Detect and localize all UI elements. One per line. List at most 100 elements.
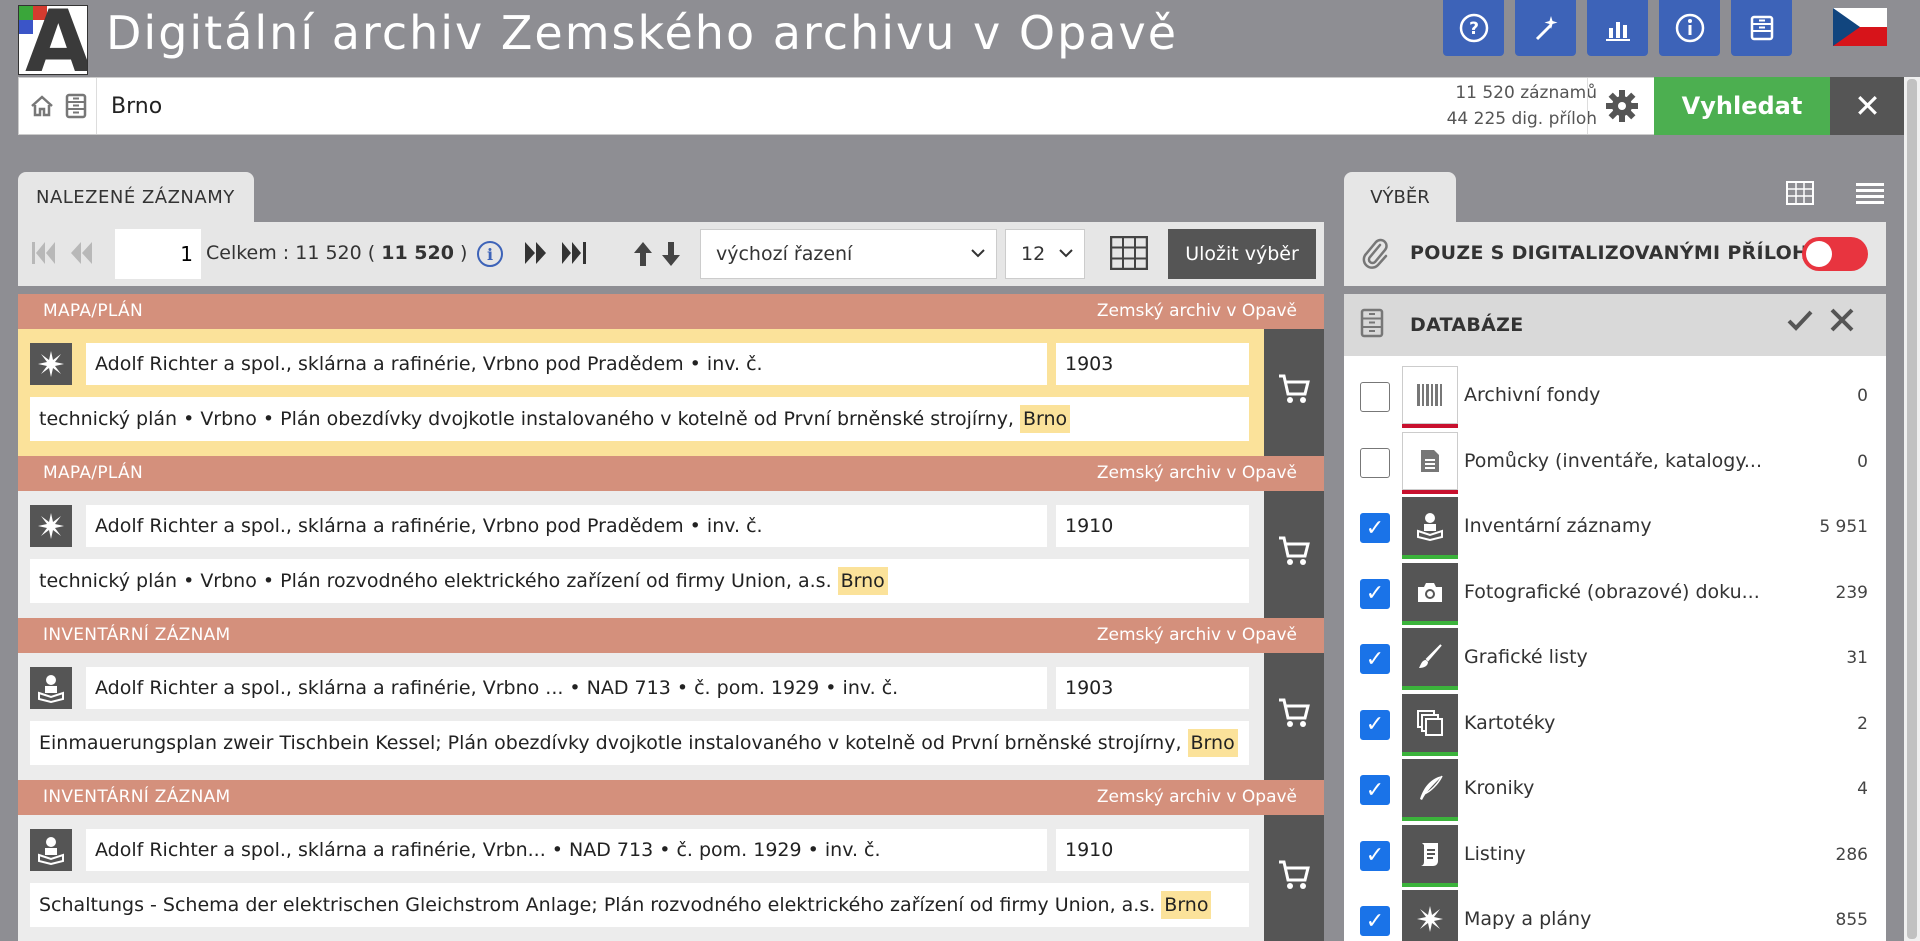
- database-item[interactable]: ✓ Fotografické (obrazové) doku... 239: [1344, 561, 1886, 626]
- add-to-cart-button[interactable]: [1264, 329, 1324, 456]
- record-type: MAPA/PLÁN: [43, 301, 143, 321]
- cz-flag-icon[interactable]: [1833, 8, 1887, 46]
- result-body[interactable]: Adolf Richter a spol., sklárna a rafinér…: [18, 329, 1264, 456]
- database-item[interactable]: ✓ Kartotéky 2: [1344, 692, 1886, 757]
- clear-search-button[interactable]: ✕: [1830, 77, 1905, 135]
- record-archive[interactable]: Zemský archiv v Opavě: [1097, 301, 1297, 321]
- record-description[interactable]: Einmauerungsplan zweir Tischbein Kessel;…: [30, 721, 1249, 765]
- record-description[interactable]: technický plán • Vrbno • Plán obezdívky …: [30, 397, 1249, 441]
- per-page-select[interactable]: 12: [1005, 229, 1085, 279]
- home-icon[interactable]: [29, 93, 55, 119]
- database-checkbox[interactable]: [1360, 447, 1390, 478]
- attachments-count: 44 225 dig. příloh: [1446, 109, 1597, 129]
- reader-icon: [1402, 497, 1458, 555]
- archive-box-button[interactable]: [1731, 0, 1792, 56]
- previous-page-icon[interactable]: [68, 240, 94, 266]
- record-year: 1910: [1056, 829, 1249, 871]
- search-input[interactable]: [111, 88, 1411, 124]
- result-body[interactable]: Adolf Richter a spol., sklárna a rafinér…: [18, 653, 1264, 780]
- save-selection-button[interactable]: Uložit výběr: [1168, 229, 1316, 279]
- database-item[interactable]: ✓ Inventární záznamy 5 951: [1344, 495, 1886, 560]
- list-view-icon[interactable]: [1856, 183, 1884, 204]
- only-digitized-toggle[interactable]: [1802, 237, 1868, 271]
- database-checkbox[interactable]: ✓: [1360, 775, 1390, 805]
- uncheck-all-icon[interactable]: [1828, 304, 1856, 334]
- database-checkbox[interactable]: ✓: [1360, 709, 1390, 740]
- record-title[interactable]: Adolf Richter a spol., sklárna a rafinér…: [86, 505, 1047, 547]
- info-icon[interactable]: i: [477, 241, 503, 267]
- search-highlight: Brno: [1019, 405, 1071, 433]
- map-star-icon: [30, 343, 72, 385]
- record-title[interactable]: Adolf Richter a spol., sklárna a rafinér…: [86, 829, 1047, 871]
- database-name: Kartotéky: [1464, 711, 1556, 734]
- database-checkbox[interactable]: ✓: [1360, 644, 1390, 674]
- check-all-icon[interactable]: [1786, 306, 1814, 334]
- tab-found-records[interactable]: NALEZENÉ ZÁZNAMY: [18, 172, 254, 222]
- database-item[interactable]: ✓ Kroniky 4: [1344, 757, 1886, 822]
- statistics-button[interactable]: [1587, 0, 1648, 56]
- help-icon: ?: [1459, 13, 1488, 43]
- help-button[interactable]: ?: [1443, 0, 1504, 56]
- document-icon: [1402, 431, 1458, 490]
- database-count: 5 951: [1819, 517, 1868, 537]
- camera-icon: [1402, 562, 1458, 621]
- record-title[interactable]: Adolf Richter a spol., sklárna a rafinér…: [86, 667, 1047, 709]
- tab-selection[interactable]: VÝBĚR: [1344, 172, 1456, 222]
- record-archive[interactable]: Zemský archiv v Opavě: [1097, 787, 1297, 807]
- results-list: MAPA/PLÁN Zemský archiv v Opavě Adolf Rich…: [18, 294, 1324, 941]
- view-toggle: [1786, 181, 1884, 205]
- database-checkbox[interactable]: ✓: [1360, 906, 1390, 936]
- database-name: Mapy a plány: [1464, 908, 1592, 930]
- search-settings-button[interactable]: [1587, 78, 1655, 134]
- close-icon: ✕: [1854, 87, 1881, 125]
- result-record[interactable]: INVENTÁRNÍ ZÁZNAM Zemský archiv v Opavě Ad…: [18, 618, 1324, 780]
- status-bar: [1402, 555, 1458, 559]
- last-page-icon[interactable]: [560, 240, 590, 266]
- result-body[interactable]: Adolf Richter a spol., sklárna a rafinér…: [18, 491, 1264, 618]
- status-bar: [1402, 620, 1458, 625]
- database-checkbox[interactable]: ✓: [1360, 578, 1390, 609]
- search-button[interactable]: Vyhledat: [1654, 77, 1830, 135]
- cart-icon: [1277, 859, 1311, 899]
- grid-view-icon[interactable]: [1110, 236, 1148, 270]
- database-item[interactable]: Pomůcky (inventáře, katalogy... 0: [1344, 430, 1886, 495]
- info-button[interactable]: [1659, 0, 1720, 56]
- record-archive[interactable]: Zemský archiv v Opavě: [1097, 463, 1297, 483]
- barcode-icon: [1402, 366, 1458, 424]
- archive-cabinet-icon[interactable]: [65, 93, 87, 119]
- add-to-cart-button[interactable]: [1264, 815, 1324, 941]
- database-checkbox[interactable]: [1360, 382, 1390, 412]
- page-number-input[interactable]: [115, 229, 201, 279]
- database-item[interactable]: ✓ Mapy a plány 855: [1344, 888, 1886, 941]
- result-record[interactable]: MAPA/PLÁN Zemský archiv v Opavě Adolf Rich…: [18, 456, 1324, 618]
- database-count: 286: [1835, 844, 1868, 865]
- first-page-icon[interactable]: [30, 240, 58, 266]
- status-bar: [1402, 751, 1458, 756]
- add-to-cart-button[interactable]: [1264, 653, 1324, 780]
- database-checkbox[interactable]: ✓: [1360, 513, 1390, 543]
- page-scrollbar[interactable]: [1904, 77, 1920, 941]
- database-checkbox[interactable]: ✓: [1360, 840, 1390, 871]
- sort-descending-icon[interactable]: [660, 240, 682, 268]
- database-item[interactable]: ✓ Grafické listy 31: [1344, 626, 1886, 691]
- record-type: INVENTÁRNÍ ZÁZNAM: [43, 625, 231, 645]
- add-to-cart-button[interactable]: [1264, 491, 1324, 618]
- database-count: 239: [1835, 582, 1868, 603]
- sort-ascending-icon[interactable]: [632, 240, 654, 268]
- result-header: MAPA/PLÁN Zemský archiv v Opavě: [18, 456, 1324, 491]
- sort-order-select[interactable]: výchozí řazení: [700, 229, 997, 279]
- record-description[interactable]: technický plán • Vrbno • Plán rozvodného…: [30, 559, 1249, 603]
- next-page-icon[interactable]: [523, 240, 549, 266]
- record-archive[interactable]: Zemský archiv v Opavě: [1097, 625, 1297, 645]
- database-item[interactable]: Archivní fondy 0: [1344, 364, 1886, 429]
- table-view-icon[interactable]: [1786, 181, 1814, 205]
- record-title[interactable]: Adolf Richter a spol., sklárna a rafinér…: [86, 343, 1047, 385]
- record-description[interactable]: Schaltungs - Schema der elektrischen Gle…: [30, 883, 1249, 927]
- archive-logo[interactable]: A: [18, 5, 88, 75]
- result-body[interactable]: Adolf Richter a spol., sklárna a rafinér…: [18, 815, 1264, 941]
- result-record[interactable]: INVENTÁRNÍ ZÁZNAM Zemský archiv v Opavě Ad…: [18, 780, 1324, 941]
- result-record[interactable]: MAPA/PLÁN Zemský archiv v Opavě Adolf Rich…: [18, 294, 1324, 456]
- magic-wand-icon: [1535, 16, 1557, 41]
- magic-wand-button[interactable]: [1515, 0, 1576, 56]
- database-item[interactable]: ✓ Listiny 286: [1344, 823, 1886, 888]
